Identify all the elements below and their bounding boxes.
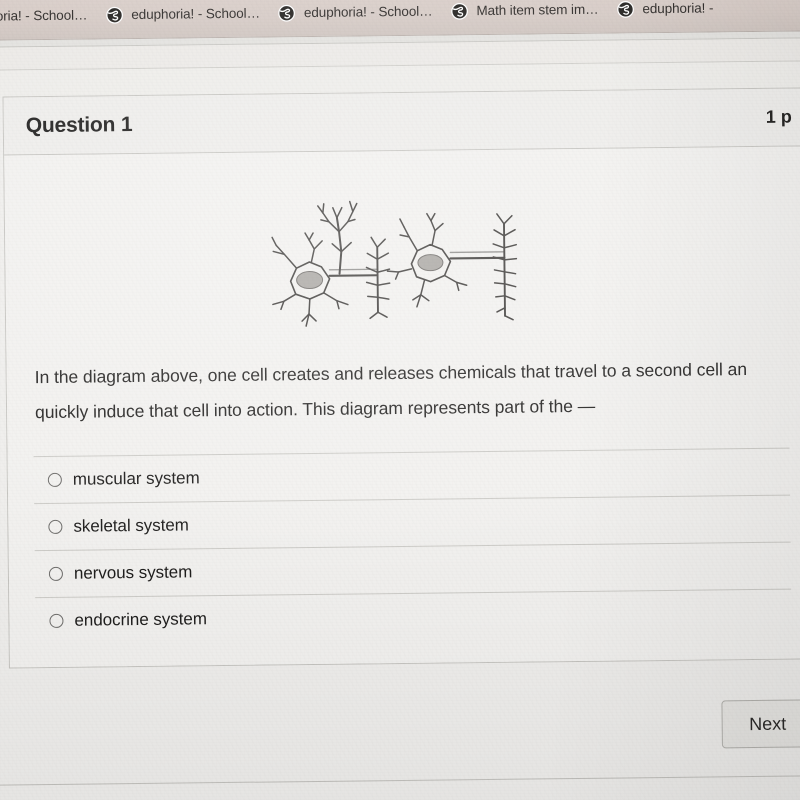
browser-tab-label: uphoria! - School… (0, 7, 88, 24)
browser-tab-label: eduphoria! - School… (303, 3, 433, 21)
answer-option-label: skeletal system (73, 515, 189, 536)
browser-tab[interactable]: Math item stem im… (442, 0, 608, 31)
answer-option-label: muscular system (72, 468, 200, 489)
question-footer: Next (9, 677, 800, 778)
answer-option-label: endocrine system (74, 609, 207, 630)
browser-tab[interactable]: uphoria! - School… (0, 0, 98, 36)
answer-option-nervous-system[interactable]: nervous system (34, 542, 792, 598)
browser-tab[interactable]: eduphoria! - (608, 0, 723, 29)
answer-option-muscular-system[interactable]: muscular system (33, 448, 791, 504)
browser-tab[interactable]: eduphoria! - School… (97, 0, 270, 35)
globe-icon (278, 4, 296, 22)
question-body: In the diagram above, one cell creates a… (4, 146, 800, 668)
next-button[interactable]: Next (721, 699, 800, 749)
question-points: 1 p (765, 106, 792, 127)
neuron2-nucleus (417, 254, 444, 272)
answer-option-skeletal-system[interactable]: skeletal system (34, 495, 791, 551)
answer-option-endocrine-system[interactable]: endocrine system (35, 589, 791, 645)
browser-tab-label: eduphoria! - School… (131, 5, 261, 23)
globe-icon (451, 2, 468, 20)
answer-option-label: nervous system (73, 562, 193, 583)
radio-button-icon[interactable] (48, 566, 64, 581)
neuron1-nucleus (296, 271, 324, 290)
radio-button-icon[interactable] (49, 614, 64, 629)
browser-tab[interactable]: eduphoria! - School… (270, 0, 443, 33)
browser-tab-label: eduphoria! - (642, 0, 714, 17)
radio-button-icon[interactable] (47, 472, 62, 487)
globe-icon (105, 6, 123, 24)
neuron-diagram-figure (31, 177, 789, 360)
globe-icon (617, 0, 634, 18)
question-card: Question 1 1 p In the diagram above, one… (2, 87, 800, 669)
photographed-screen: uphoria! - School… eduphoria! - School… … (0, 0, 800, 800)
question-title: Question 1 (25, 112, 133, 137)
answer-options-list: muscular system skeletal system nervous … (33, 447, 792, 645)
question-stem-line-2: quickly induce that cell into action. Th… (34, 396, 596, 423)
radio-button-icon[interactable] (48, 519, 63, 534)
browser-tab-label: Math item stem im… (476, 1, 599, 19)
two-neuron-synapse-diagram (271, 200, 518, 327)
question-header: Question 1 1 p (3, 88, 800, 156)
